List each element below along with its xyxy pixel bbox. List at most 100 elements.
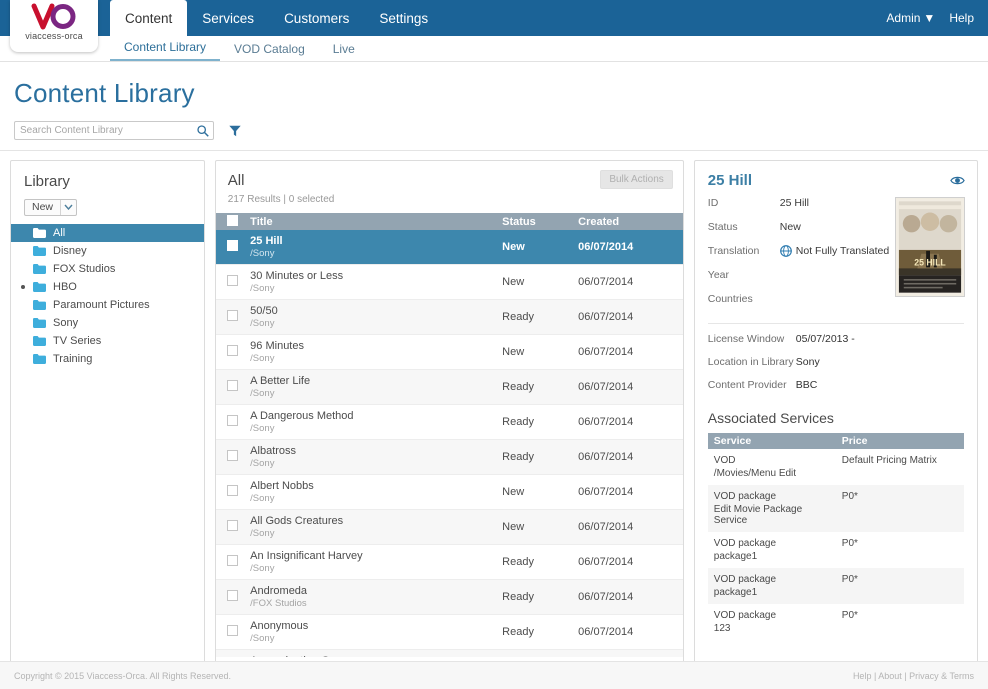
library-item-fox-studios[interactable]: FOX Studios: [11, 260, 204, 278]
detail-fields: ID 25 Hill Status New Translation Not Fu…: [708, 197, 891, 317]
row-checkbox-cell[interactable]: [216, 300, 246, 335]
new-button-label: New: [32, 201, 54, 213]
row-checkbox[interactable]: [227, 520, 239, 531]
row-title-cell[interactable]: 96 Minutes/Sony: [246, 335, 498, 370]
row-title-cell[interactable]: Andromeda/FOX Studios: [246, 580, 498, 615]
nav-item-customers[interactable]: Customers: [269, 0, 364, 36]
table-row[interactable]: Assassination Games/SonyReady06/07/2014: [215, 649, 683, 658]
table-row[interactable]: 96 Minutes/Sony New 06/07/2014: [215, 334, 683, 370]
row-checkbox[interactable]: [227, 240, 239, 251]
library-item-hbo[interactable]: HBO: [11, 278, 204, 296]
row-checkbox-cell[interactable]: [216, 650, 246, 658]
row-checkbox-cell[interactable]: [216, 335, 246, 370]
row-checkbox[interactable]: [227, 485, 239, 496]
row-created-cell: 06/07/2014: [578, 486, 634, 498]
row-title-cell[interactable]: All Gods Creatures/Sony: [246, 510, 498, 545]
column-title[interactable]: Title: [246, 213, 499, 230]
service-price-cell: P0*: [841, 538, 858, 549]
table-row[interactable]: A Better Life/Sony Ready 06/07/2014: [215, 369, 683, 405]
table-row[interactable]: 25 Hill/Sony New 06/07/2014: [215, 230, 683, 265]
column-created[interactable]: Created: [574, 213, 683, 230]
tab-live[interactable]: Live: [319, 42, 369, 61]
table-row[interactable]: 50/50/Sony Ready 06/07/2014: [215, 299, 683, 335]
help-link[interactable]: Help: [949, 11, 974, 25]
bulk-actions-button[interactable]: Bulk Actions: [600, 170, 673, 189]
row-title-cell[interactable]: 50/50/Sony: [246, 300, 498, 335]
folder-icon: [33, 281, 46, 292]
nav-item-content[interactable]: Content: [110, 0, 188, 36]
service-price-cell[interactable]: Default Pricing Matrix: [836, 449, 964, 485]
nav-item-settings[interactable]: Settings: [364, 0, 443, 36]
library-item-training[interactable]: Training: [11, 350, 204, 368]
nav-item-services[interactable]: Services: [187, 0, 269, 36]
library-item-paramount-pictures[interactable]: Paramount Pictures: [11, 296, 204, 314]
brand-logo[interactable]: viaccess-orca: [10, 0, 98, 52]
tab-vod-catalog[interactable]: VOD Catalog: [220, 42, 319, 61]
table-row[interactable]: Albert Nobbs/Sony New 06/07/2014: [215, 474, 683, 510]
chevron-down-icon[interactable]: [60, 199, 76, 215]
filter-funnel-icon[interactable]: [228, 124, 242, 138]
tab-content-library[interactable]: Content Library: [110, 40, 221, 61]
row-checkbox[interactable]: [227, 275, 239, 286]
field-label: Status: [707, 221, 738, 233]
row-created-cell: 06/07/2014: [578, 346, 634, 358]
search-box[interactable]: [14, 121, 214, 140]
row-checkbox-cell[interactable]: [216, 230, 246, 265]
row-checkbox-cell[interactable]: [216, 510, 246, 545]
row-checkbox[interactable]: [227, 555, 239, 566]
row-title-cell[interactable]: Assassination Games/Sony: [246, 650, 498, 657]
row-checkbox-cell[interactable]: [216, 475, 246, 510]
row-checkbox-cell[interactable]: [216, 265, 246, 300]
row-checkbox[interactable]: [227, 310, 239, 321]
row-path: /Sony: [250, 423, 275, 434]
select-all-header[interactable]: [215, 213, 247, 230]
row-title: Andromeda: [250, 585, 308, 597]
row-status-cell: Ready: [498, 650, 574, 658]
table-row[interactable]: Anonymous/Sony Ready 06/07/2014: [215, 614, 683, 650]
search-icon[interactable]: [196, 124, 210, 138]
row-title-cell[interactable]: Albert Nobbs/Sony: [246, 475, 498, 510]
row-checkbox-cell[interactable]: [216, 405, 246, 440]
expand-toggle-icon[interactable]: [21, 284, 25, 289]
row-checkbox-cell[interactable]: [216, 580, 246, 615]
row-checkbox-cell[interactable]: [216, 370, 246, 405]
new-library-button[interactable]: New: [24, 198, 78, 216]
row-checkbox-cell[interactable]: [216, 545, 246, 580]
table-row[interactable]: 30 Minutes or Less/Sony New 06/07/2014: [215, 264, 683, 300]
translation-globe-icon: [779, 245, 792, 257]
footer-links[interactable]: Help | About | Privacy & Terms: [853, 671, 974, 681]
row-status-cell: New: [502, 276, 525, 288]
table-row[interactable]: All Gods Creatures/Sony New 06/07/2014: [215, 509, 683, 545]
column-status[interactable]: Status: [498, 213, 575, 230]
row-title-cell[interactable]: An Insignificant Harvey/Sony: [246, 545, 498, 580]
page-footer: Copyright © 2015 Viaccess-Orca. All Righ…: [0, 661, 988, 689]
row-title-cell[interactable]: 25 Hill/Sony: [246, 230, 498, 265]
select-all-checkbox[interactable]: [227, 214, 239, 226]
row-checkbox[interactable]: [227, 345, 239, 356]
service-detail: Edit Movie Package Service: [713, 504, 803, 526]
eye-icon[interactable]: [950, 173, 965, 188]
row-checkbox[interactable]: [227, 625, 239, 636]
row-checkbox[interactable]: [227, 590, 239, 601]
row-created-cell: 06/07/2014: [578, 311, 634, 323]
library-item-disney[interactable]: Disney: [11, 242, 204, 260]
admin-menu[interactable]: Admin ▼: [886, 11, 935, 25]
row-title-cell[interactable]: Albatross/Sony: [246, 440, 498, 475]
table-row[interactable]: An Insignificant Harvey/Sony Ready 06/07/2…: [215, 544, 683, 580]
row-title-cell[interactable]: Anonymous/Sony: [246, 615, 498, 650]
row-checkbox[interactable]: [227, 450, 239, 461]
row-checkbox[interactable]: [227, 380, 239, 391]
library-item-all[interactable]: All: [11, 223, 204, 242]
row-title-cell[interactable]: A Dangerous Method/Sony: [246, 405, 498, 440]
row-checkbox[interactable]: [227, 415, 239, 426]
row-checkbox-cell[interactable]: [216, 440, 246, 475]
row-title-cell[interactable]: 30 Minutes or Less/Sony: [246, 265, 498, 300]
table-row[interactable]: A Dangerous Method/Sony Ready 06/07/2014: [215, 404, 683, 440]
search-input[interactable]: [15, 122, 213, 139]
row-title-cell[interactable]: A Better Life/Sony: [246, 370, 498, 405]
table-row[interactable]: Andromeda/FOX Studios Ready 06/07/2014: [215, 579, 683, 615]
row-checkbox-cell[interactable]: [216, 615, 246, 650]
library-item-tv-series[interactable]: TV Series: [11, 332, 204, 350]
library-item-sony[interactable]: Sony: [11, 314, 204, 332]
table-row[interactable]: Albatross/Sony Ready 06/07/2014: [215, 439, 683, 475]
